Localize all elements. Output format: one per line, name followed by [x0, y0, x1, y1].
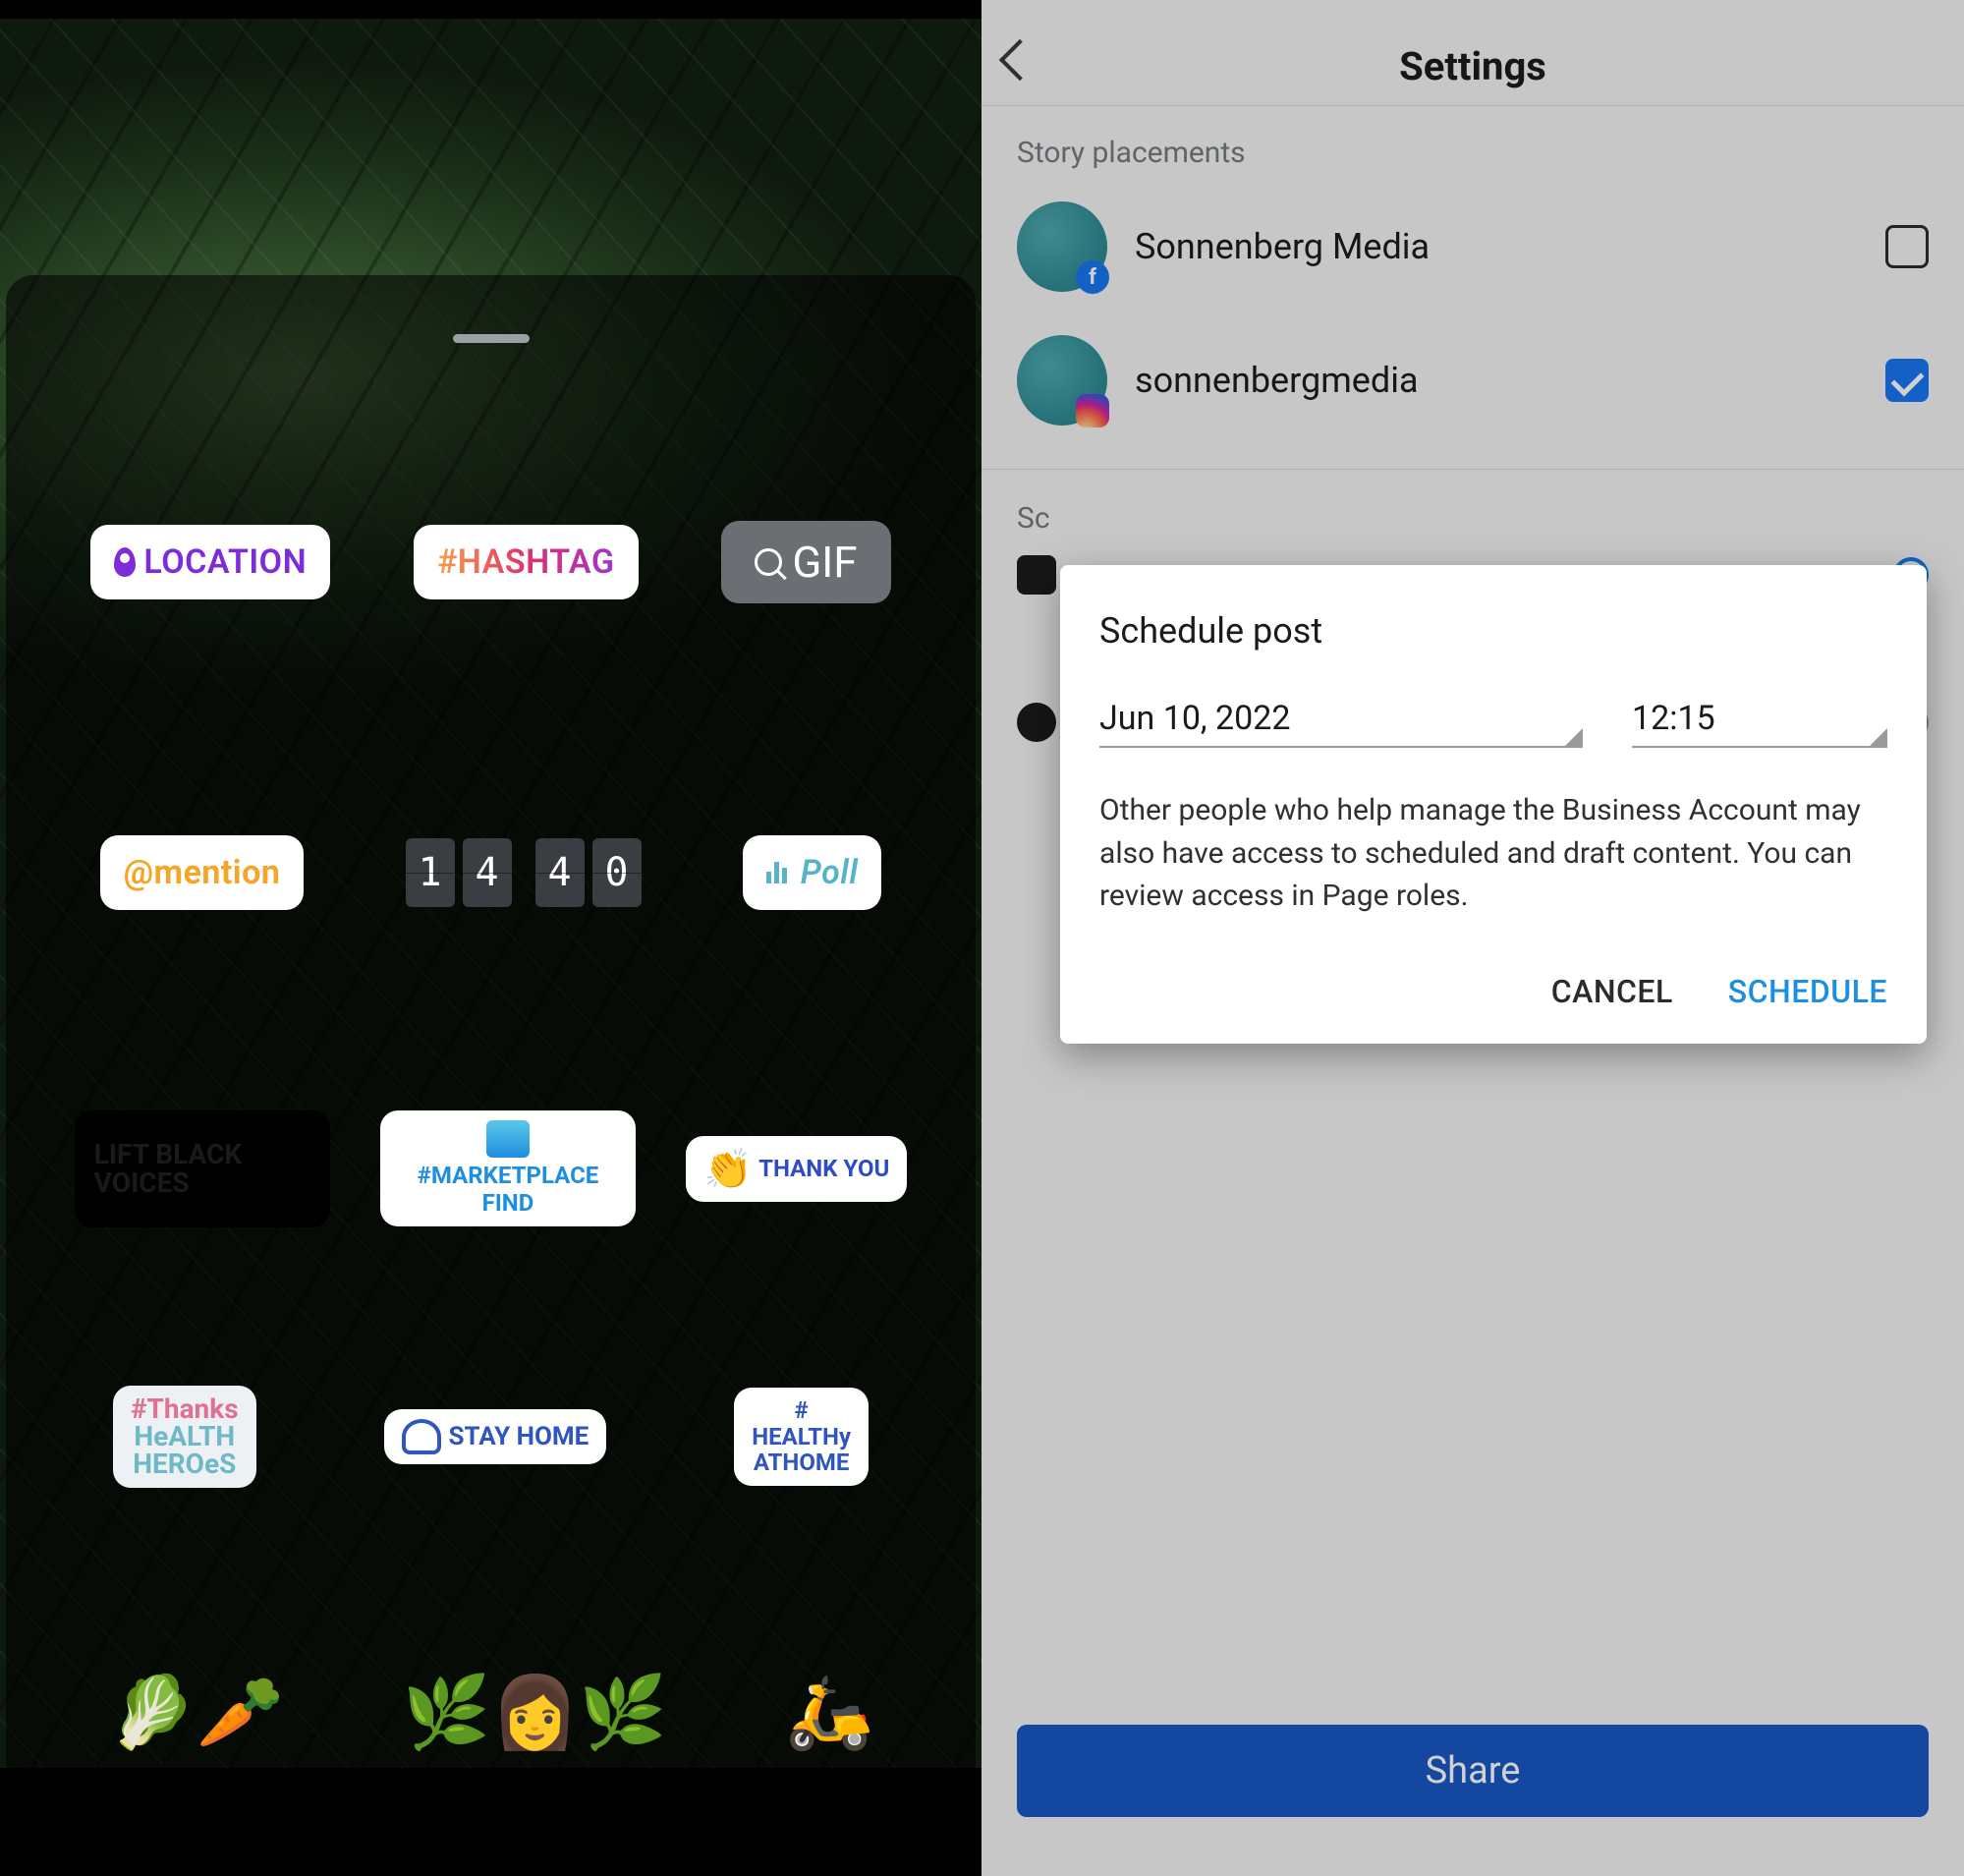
thanks-health-heroes-sticker[interactable]: #Thanks HeALTH HEROeS [113, 1386, 256, 1488]
cancel-button[interactable]: CANCEL [1551, 973, 1673, 1010]
heart-house-icon [402, 1419, 441, 1454]
settings-screen: Settings Story placements Sonnenberg Med… [982, 0, 1964, 1876]
location-sticker[interactable]: LOCATION [90, 525, 330, 599]
marketplace-sticker[interactable]: #MARKETPLACE FIND [380, 1110, 636, 1226]
gif-sticker[interactable]: GIF [721, 521, 890, 603]
stay-home-sticker[interactable]: STAY HOME [384, 1409, 607, 1464]
dialog-note: Other people who help manage the Busines… [1099, 789, 1887, 918]
schedule-post-dialog: Schedule post Jun 10, 2022 12:15 Other p… [1060, 565, 1927, 1044]
stay-home-label: STAY HOME [449, 1422, 589, 1451]
schedule-button[interactable]: SCHEDULE [1728, 973, 1887, 1010]
thank-you-sticker[interactable]: 👏 THANK YOU [686, 1136, 907, 1202]
sticker-row: LOCATION #HASHTAG GIF [6, 521, 976, 603]
time-sticker[interactable]: 1 4 4 0 [406, 838, 642, 907]
poll-label: Poll [801, 853, 859, 892]
sticker-tray-background [6, 275, 976, 1876]
top-letterbox [0, 0, 982, 19]
clock-digit: 0 [592, 838, 642, 907]
search-icon [755, 548, 782, 576]
mention-label: @mention [124, 853, 281, 892]
clock-digit: 4 [463, 838, 512, 907]
dialog-title: Schedule post [1099, 610, 1887, 652]
clock-digit: 4 [535, 838, 585, 907]
time-field[interactable]: 12:15 [1632, 695, 1887, 748]
story-editor: LOCATION #HASHTAG GIF @mention 1 4 4 0 [0, 0, 982, 1876]
bottom-letterbox [0, 1768, 982, 1876]
storefront-icon [486, 1120, 530, 1158]
dialog-actions: CANCEL SCHEDULE [1099, 973, 1887, 1010]
cancel-label: CANCEL [1551, 973, 1673, 1010]
thh-line3: HEROeS [131, 1450, 239, 1478]
date-field[interactable]: Jun 10, 2022 [1099, 695, 1583, 748]
location-label: LOCATION [143, 542, 307, 582]
hashtag-label: #HASHTAG [437, 542, 615, 582]
hashtag-sticker[interactable]: #HASHTAG [414, 525, 639, 599]
schedule-label: SCHEDULE [1728, 973, 1887, 1010]
date-value: Jun 10, 2022 [1099, 699, 1291, 738]
mention-sticker[interactable]: @mention [100, 835, 305, 910]
clock-digit: 1 [406, 838, 455, 907]
sticker-row: #Thanks HeALTH HEROeS STAY HOME # HEALTH… [6, 1386, 976, 1488]
dropdown-icon [1870, 728, 1887, 746]
person-plants-sticker[interactable]: 🌿👩🌿 [403, 1671, 667, 1754]
hah-line1: # [752, 1397, 851, 1423]
thh-line2: HeALTH [131, 1423, 239, 1450]
sticker-row: @mention 1 4 4 0 Poll [6, 835, 976, 910]
time-value: 12:15 [1632, 699, 1715, 738]
sticker-row: LIFT BLACK VOICES #MARKETPLACE FIND 👏 TH… [6, 1110, 976, 1227]
thank-you-label: THANK YOU [758, 1155, 889, 1182]
thh-line1: #Thanks [131, 1395, 239, 1423]
dropdown-icon [1565, 728, 1583, 746]
marketplace-label: #MARKETPLACE FIND [418, 1162, 599, 1217]
lbv-label: LIFT BLACK VOICES [94, 1138, 243, 1199]
hah-line2: HEALTHy [752, 1424, 851, 1450]
gif-label: GIF [792, 537, 857, 588]
lift-black-voices-sticker[interactable]: LIFT BLACK VOICES [75, 1110, 330, 1227]
poll-sticker[interactable]: Poll [743, 835, 882, 910]
support-small-business-sticker[interactable]: 🥬🥕 [108, 1671, 284, 1754]
clap-icon: 👏 [703, 1146, 753, 1192]
dialog-fields: Jun 10, 2022 12:15 [1099, 695, 1887, 748]
bars-icon [766, 862, 787, 883]
pin-icon [114, 547, 136, 577]
sticker-row: 🥬🥕 🌿👩🌿 🛵 [6, 1671, 976, 1754]
sticker-tray[interactable]: LOCATION #HASHTAG GIF @mention 1 4 4 0 [6, 275, 976, 1876]
delivery-sticker[interactable]: 🛵 [785, 1671, 873, 1754]
drag-handle[interactable] [453, 334, 530, 343]
healthy-at-home-sticker[interactable]: # HEALTHy ATHOME [734, 1388, 869, 1485]
hah-line3: ATHOME [752, 1450, 851, 1475]
clock-gap [520, 838, 528, 907]
